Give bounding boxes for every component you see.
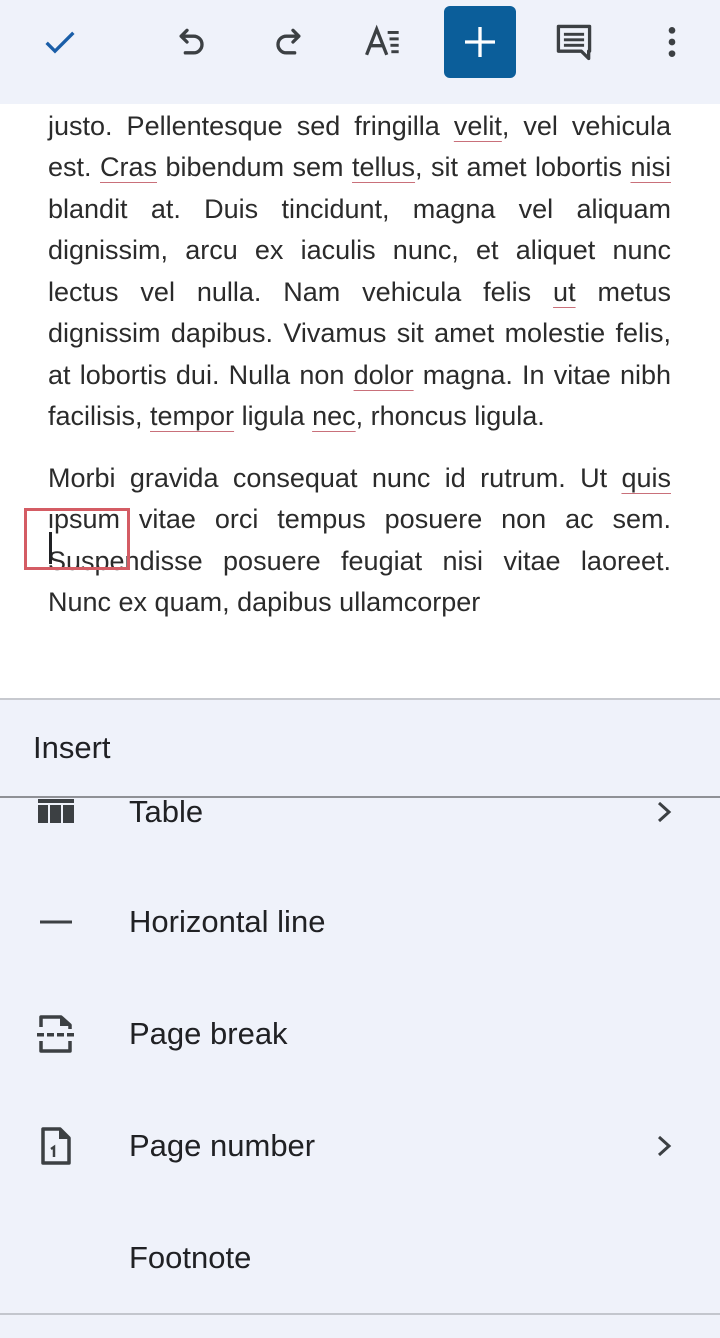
text-run: bibendum sem <box>157 152 353 182</box>
menu-item-page-number[interactable]: Page number <box>0 1090 720 1202</box>
menu-item-page-break[interactable]: Page break <box>0 978 720 1090</box>
comment-button[interactable] <box>538 6 610 78</box>
spellcheck-flagged-word: tempor <box>150 401 235 431</box>
done-button[interactable] <box>24 6 96 78</box>
text-format-button[interactable] <box>348 6 420 78</box>
menu-item-label: Page number <box>129 1128 316 1163</box>
insert-sheet-header: Insert <box>0 700 720 796</box>
spellcheck-flagged-word: dolor <box>353 359 414 390</box>
table-icon <box>36 798 76 830</box>
menu-item-label: Page break <box>129 1016 288 1051</box>
more-vert-icon <box>668 27 676 57</box>
spellcheck-flagged-word: nec <box>312 401 356 431</box>
document-body[interactable]: adipiscing elit. Etiam elementum iaculis… <box>48 104 671 644</box>
menu-item-label: Horizontal line <box>129 904 326 939</box>
text-cursor <box>49 532 52 564</box>
text-run: justo. Pellentesque sed fringilla <box>48 110 454 141</box>
plus-icon <box>465 27 495 57</box>
spellcheck-flagged-word: nisi <box>630 152 671 182</box>
page-number-icon <box>36 1126 76 1166</box>
text-run: ligula <box>234 401 313 431</box>
spellcheck-flagged-word: Cras <box>100 152 158 182</box>
undo-icon <box>179 28 204 55</box>
insert-sheet-title: Insert <box>33 730 111 765</box>
comment-icon <box>556 24 592 61</box>
spellcheck-flagged-word: quis <box>621 462 671 493</box>
spellcheck-flagged-word: velit <box>453 110 502 141</box>
text-run: gravida consequat nunc id rutrum. Ut <box>115 462 622 493</box>
redo-icon <box>276 28 301 55</box>
undo-button[interactable] <box>156 6 228 78</box>
chevron-right-icon <box>657 1135 672 1157</box>
text-run: , rhoncus ligula. <box>355 401 545 431</box>
menu-item-label: Table <box>129 798 204 829</box>
redo-button[interactable] <box>252 6 324 78</box>
selected-word: Morbi <box>48 462 116 493</box>
text-run: ipsum vitae orci tempus posuere non ac s… <box>48 504 671 617</box>
spellcheck-flagged-word: tellus <box>352 152 416 182</box>
horizontal-line-icon <box>36 902 76 942</box>
document-canvas[interactable]: adipiscing elit. Etiam elementum iaculis… <box>0 104 720 698</box>
check-icon <box>45 31 75 54</box>
menu-item-label: Footnote <box>129 1240 252 1275</box>
menu-item-horizontal-line[interactable]: Horizontal line <box>0 866 720 978</box>
text-run: , sit amet lobortis <box>415 152 631 182</box>
menu-item-table[interactable]: Table <box>0 798 720 868</box>
paragraph-2: Morbi gravida consequat nunc id rutrum. … <box>48 458 671 624</box>
top-toolbar <box>0 0 720 104</box>
bottom-divider <box>0 1313 720 1315</box>
paragraph-1: justo. Pellentesque sed fringilla velit,… <box>48 106 671 438</box>
page-break-icon <box>36 1014 76 1054</box>
menu-item-footnote[interactable]: Footnote <box>0 1202 720 1313</box>
insert-button[interactable] <box>444 6 516 78</box>
more-options-button[interactable] <box>636 6 708 78</box>
insert-menu: Table Horizontal line Page break Page nu… <box>0 798 720 1313</box>
text-format-icon <box>365 24 399 56</box>
spellcheck-flagged-word: ut <box>553 276 576 307</box>
chevron-right-icon <box>657 801 672 823</box>
